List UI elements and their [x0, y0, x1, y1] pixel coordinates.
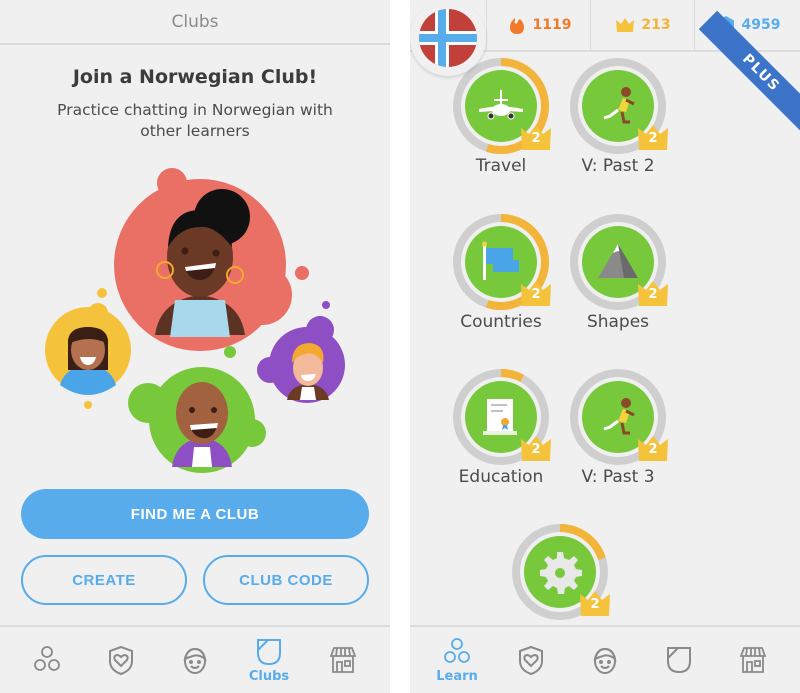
bottom-tab-bar: Learn [410, 625, 800, 693]
skill-node[interactable]: 2 Shapes [568, 212, 668, 352]
skill-node[interactable]: 2 V: Past 2 [568, 56, 668, 196]
crown-level-badge: 2 [636, 122, 670, 152]
crown-level-badge: 2 [519, 433, 553, 463]
crown-level-badge: 2 [519, 278, 553, 308]
flame-icon [509, 18, 524, 34]
clubs-shield-icon [667, 647, 691, 674]
avatar-woman-red [114, 168, 309, 351]
crown-icon [616, 18, 635, 32]
tab-learn[interactable]: Learn [427, 630, 487, 690]
create-club-button[interactable]: CREATE [21, 555, 187, 605]
heart-shield-icon [519, 645, 543, 676]
crowns-counter[interactable]: 213 [590, 0, 694, 50]
tab-learn-label: Learn [436, 669, 478, 684]
clubs-screen: Clubs Join a Norwegian Club! Practice ch… [0, 0, 390, 693]
skill-node[interactable]: 2 Travel [451, 56, 551, 196]
shop-icon [739, 647, 767, 673]
avatar-man-green [128, 346, 266, 473]
crown-level-badge: 2 [578, 588, 612, 618]
shop-icon [329, 647, 357, 673]
tab-clubs-label: Clubs [248, 669, 290, 684]
club-members-illustration [45, 168, 345, 473]
avatar-woman-yellow [45, 288, 131, 409]
crowns-value: 213 [641, 17, 671, 33]
language-selector[interactable] [410, 0, 486, 76]
tab-clubs[interactable] [649, 630, 709, 690]
crown-level-badge: 2 [519, 122, 553, 152]
tab-profile[interactable] [575, 630, 635, 690]
skill-node[interactable]: 2 V: Past 3 [568, 367, 668, 507]
profile-face-icon [593, 647, 617, 674]
tab-heart-shield[interactable] [91, 630, 151, 690]
header-title: Clubs [171, 11, 219, 32]
gems-value: 4959 [741, 17, 781, 33]
learn-screen: 1119 213 4959 PLUS 2 Travel 2 V: Past 2 2 Cou… [410, 0, 800, 693]
join-club-subtitle: Practice chatting in Norwegian with othe… [57, 101, 333, 140]
skill-label: V: Past 2 [581, 156, 655, 176]
learn-circles-icon [34, 646, 60, 671]
tab-shop[interactable] [313, 630, 373, 690]
skill-node[interactable]: 2 Education [451, 367, 551, 507]
streak-counter[interactable]: 1119 [486, 0, 590, 50]
clubs-header: Clubs [0, 0, 390, 45]
norway-flag-icon [419, 9, 477, 67]
skill-label: V: Past 3 [581, 467, 655, 487]
heart-shield-icon [109, 645, 133, 676]
club-code-button[interactable]: CLUB CODE [203, 555, 369, 605]
skill-node[interactable]: 2 Countries [451, 212, 551, 352]
streak-value: 1119 [532, 17, 572, 33]
bottom-tab-bar: Clubs [0, 625, 390, 693]
clubs-shield-icon [257, 639, 281, 666]
tab-clubs[interactable]: Clubs [239, 630, 299, 690]
crown-level-badge: 2 [636, 278, 670, 308]
join-club-title: Join a Norwegian Club! [72, 66, 318, 88]
tab-learn[interactable] [17, 630, 77, 690]
find-club-button[interactable]: FIND ME A CLUB [21, 489, 369, 539]
profile-face-icon [183, 647, 207, 674]
skill-label: Shapes [586, 312, 650, 332]
tab-profile[interactable] [165, 630, 225, 690]
crown-level-badge: 2 [636, 433, 670, 463]
learn-circles-icon [444, 638, 470, 663]
tab-heart-shield[interactable] [501, 630, 561, 690]
tab-shop[interactable] [723, 630, 783, 690]
